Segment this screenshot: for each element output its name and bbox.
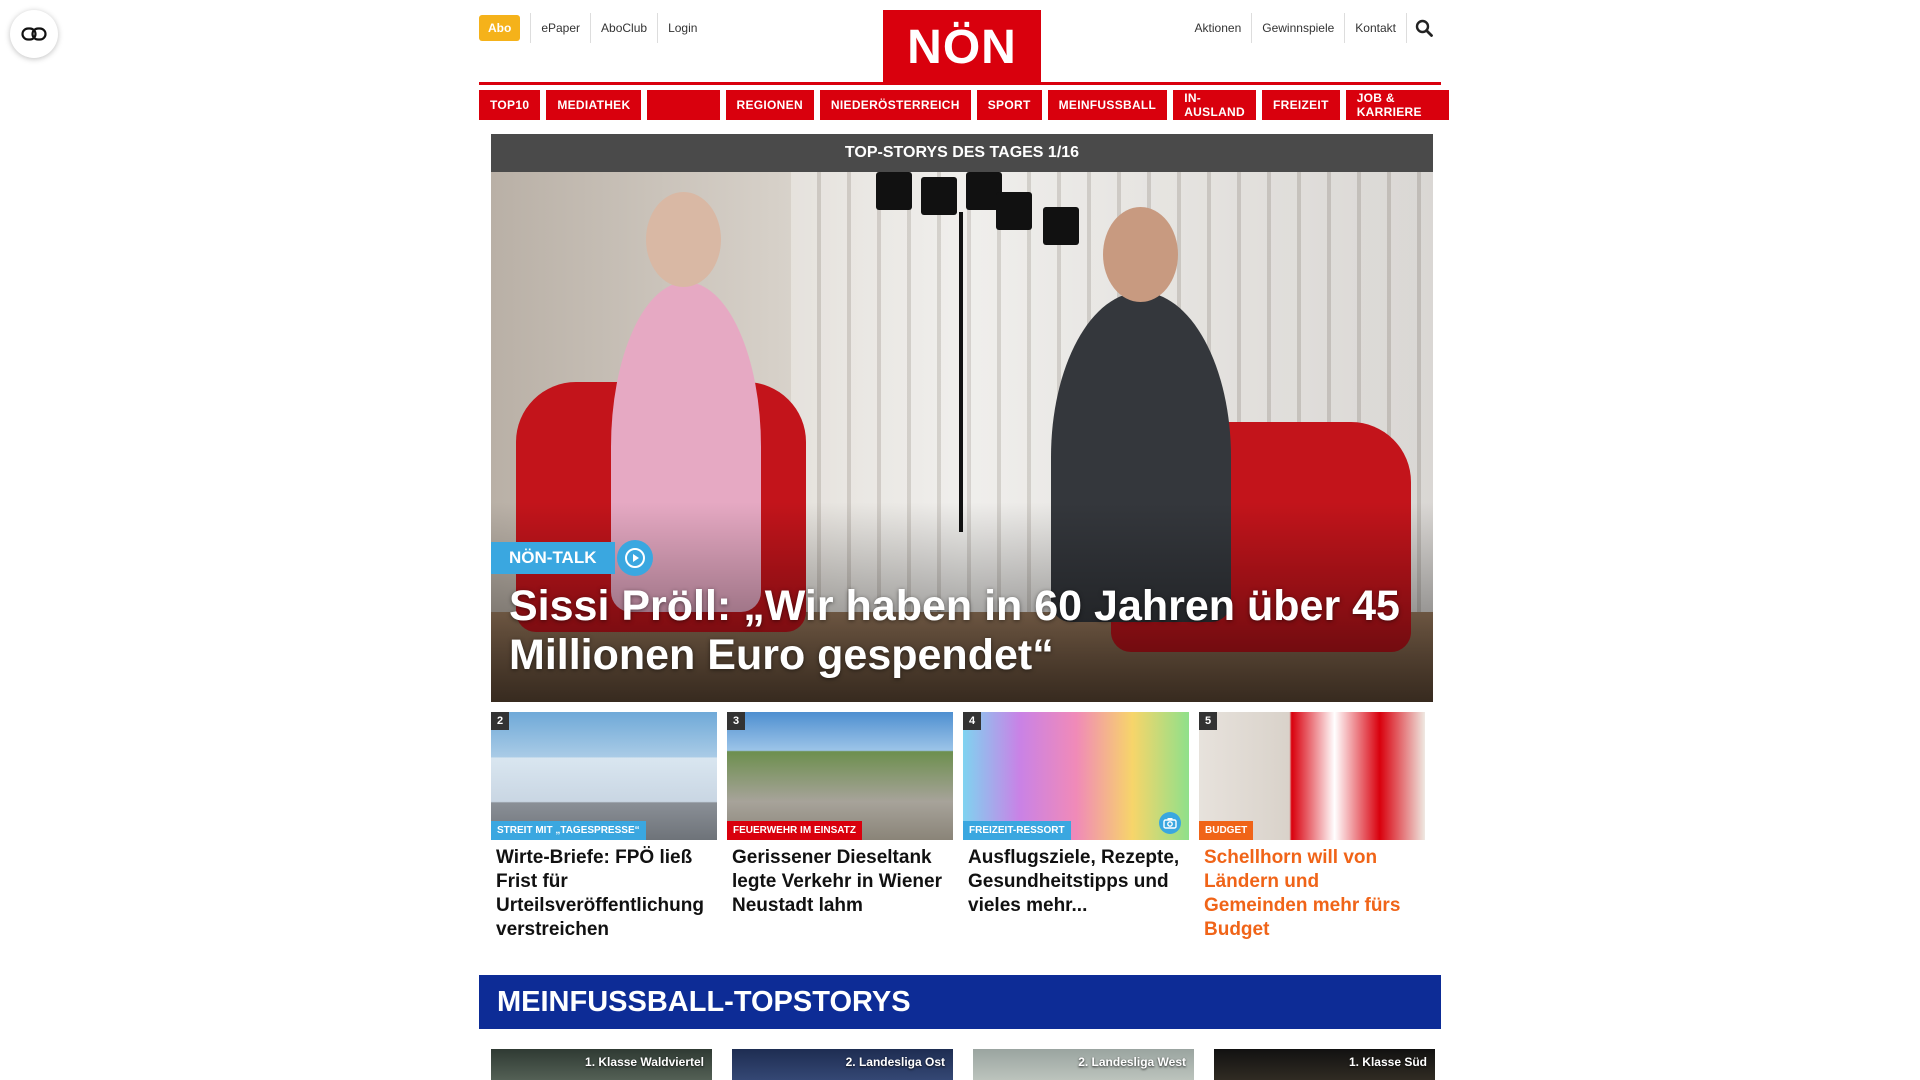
story-image: 4 FREIZEIT-RESSORT — [963, 712, 1189, 840]
page-container: Abo ePaper AboClub Login NÖN Aktionen Ge… — [479, 0, 1449, 1080]
story-image: 2 STREIT MIT „TAGESPRESSE“ — [491, 712, 717, 840]
nav-sport[interactable]: SPORT — [976, 90, 1042, 120]
login-link[interactable]: Login — [657, 13, 707, 43]
fussball-card[interactable]: 2. Landesliga Ost — [732, 1049, 953, 1080]
hero-tag[interactable]: NÖN-TALK — [491, 542, 615, 574]
hero-image-person — [1103, 207, 1178, 302]
site-header: Abo ePaper AboClub Login NÖN Aktionen Ge… — [479, 0, 1441, 86]
story-card[interactable]: 2 STREIT MIT „TAGESPRESSE“ Wirte-Briefe:… — [491, 712, 717, 942]
play-button[interactable] — [617, 540, 653, 576]
top-stories-bar[interactable]: TOP-STORYS DES TAGES 1/16 — [491, 134, 1433, 172]
story-title[interactable]: Ausflugsziele, Rezepte, Gesundheitstipps… — [963, 840, 1189, 918]
header-divider — [479, 82, 1441, 85]
story-kicker: FEUERWEHR IM EINSATZ — [727, 821, 862, 840]
story-rank: 2 — [491, 712, 509, 730]
hero-story[interactable]: NÖN-TALK Sissi Pröll: „Wir haben in 60 J… — [491, 172, 1433, 702]
story-kicker: STREIT MIT „TAGESPRESSE“ — [491, 821, 646, 840]
fussball-card[interactable]: 2. Landesliga West — [973, 1049, 1194, 1080]
aktionen-link[interactable]: Aktionen — [1185, 13, 1253, 43]
story-rank: 3 — [727, 712, 745, 730]
story-title[interactable]: Gerissener Dieseltank legte Verkehr in W… — [727, 840, 953, 918]
fussball-card[interactable]: 1. Klasse Waldviertel — [491, 1049, 712, 1080]
story-image: 5 BUDGET — [1199, 712, 1425, 840]
story-rank: 4 — [963, 712, 981, 730]
reader-mode-icon — [21, 27, 47, 41]
header-left-links: Abo ePaper AboClub Login — [479, 13, 707, 43]
nav-meinfussball[interactable]: MEINFUSSBALL — [1047, 90, 1168, 120]
hero-image-lamp-pole — [959, 212, 963, 532]
story-title[interactable]: Schellhorn will von Ländern und Gemeinde… — [1199, 840, 1425, 942]
fussball-card-label: 1. Klasse Süd — [1348, 1055, 1427, 1069]
story-image: 3 FEUERWEHR IM EINSATZ — [727, 712, 953, 840]
abo-button[interactable]: Abo — [479, 15, 521, 41]
aboclub-link[interactable]: AboClub — [590, 13, 657, 43]
nav-in-ausland[interactable]: IN-AUSLAND — [1173, 90, 1256, 120]
camera-icon — [1163, 818, 1177, 829]
gallery-badge — [1159, 812, 1181, 834]
fussball-card-label: 1. Klasse Waldviertel — [585, 1055, 704, 1069]
story-card[interactable]: 4 FREIZEIT-RESSORT Ausflugsziele, Rezept… — [963, 712, 1189, 942]
search-icon — [1415, 19, 1433, 37]
hero-image-lamp — [996, 192, 1032, 230]
header-right-links: Aktionen Gewinnspiele Kontakt — [1185, 13, 1441, 43]
main-nav: TOP10 MEDIATHEK REGIONEN NIEDERÖSTERREIC… — [479, 90, 1449, 120]
fussball-section-title[interactable]: MEINFUSSBALL-TOPSTORYS — [479, 975, 1441, 1029]
nav-job-karriere[interactable]: JOB & KARRIERE — [1345, 90, 1449, 120]
hero-image-lamp — [876, 172, 912, 210]
story-kicker: BUDGET — [1199, 821, 1254, 840]
fussball-card[interactable]: 1. Klasse Süd — [1214, 1049, 1435, 1080]
site-logo[interactable]: NÖN — [883, 10, 1041, 85]
fussball-cards: 1. Klasse Waldviertel 2. Landesliga Ost … — [491, 1049, 1435, 1080]
play-icon — [625, 548, 645, 568]
story-title[interactable]: Wirte-Briefe: FPÖ ließ Frist für Urteils… — [491, 840, 717, 942]
story-rank: 5 — [1199, 712, 1217, 730]
nav-blank[interactable] — [647, 90, 720, 120]
fussball-card-label: 2. Landesliga West — [1078, 1055, 1186, 1069]
epaper-link[interactable]: ePaper — [530, 13, 590, 43]
story-cards: 2 STREIT MIT „TAGESPRESSE“ Wirte-Briefe:… — [491, 712, 1425, 942]
story-card[interactable]: 3 FEUERWEHR IM EINSATZ Gerissener Diesel… — [727, 712, 953, 942]
nav-niederoesterreich[interactable]: NIEDERÖSTERREICH — [819, 90, 971, 120]
fussball-card-label: 2. Landesliga Ost — [845, 1055, 945, 1069]
gewinnspiele-link[interactable]: Gewinnspiele — [1252, 13, 1346, 43]
nav-regionen[interactable]: REGIONEN — [725, 90, 814, 120]
nav-mediathek[interactable]: MEDIATHEK — [546, 90, 642, 120]
story-kicker: FREIZEIT-RESSORT — [963, 821, 1071, 840]
kontakt-link[interactable]: Kontakt — [1345, 13, 1407, 43]
hero-image-lamp — [1043, 207, 1079, 245]
nav-freizeit[interactable]: FREIZEIT — [1261, 90, 1340, 120]
search-button[interactable] — [1407, 13, 1441, 43]
hero-headline[interactable]: Sissi Pröll: „Wir haben in 60 Jahren übe… — [509, 582, 1409, 680]
reader-mode-button[interactable] — [10, 10, 58, 58]
nav-top10[interactable]: TOP10 — [479, 90, 541, 120]
story-card[interactable]: 5 BUDGET Schellhorn will von Ländern und… — [1199, 712, 1425, 942]
hero-image-person — [646, 192, 721, 287]
hero-image-lamp — [921, 177, 957, 215]
